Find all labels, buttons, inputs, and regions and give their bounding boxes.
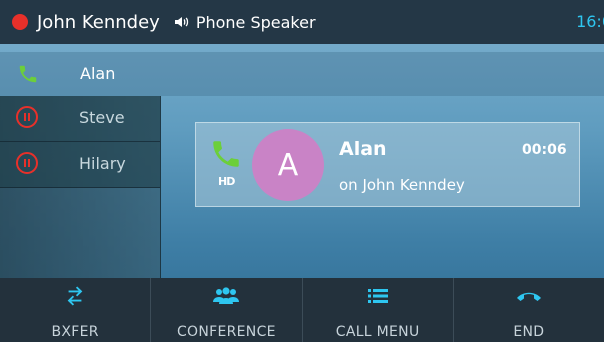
avatar: A	[252, 129, 324, 201]
call-duration: 00:06	[522, 142, 567, 158]
phone-icon	[17, 63, 39, 89]
softkey-label: CALL MENU	[335, 324, 420, 340]
held-call-item[interactable]: Hilary	[0, 142, 160, 188]
softkey-bar: BXFER CONFERENCE CALL MENU END	[0, 278, 604, 342]
transfer-icon	[61, 285, 89, 307]
audio-mode-label: Phone Speaker	[195, 12, 316, 32]
held-call-name: Hilary	[79, 154, 126, 173]
hold-icon	[16, 106, 38, 128]
account-name: John Kenndey	[37, 11, 160, 33]
end-call-button[interactable]: END	[454, 278, 604, 342]
softkey-label: END	[513, 324, 545, 340]
menu-list-icon	[364, 285, 392, 307]
phone-screen: John Kenndey Phone Speaker 16:0 Alan Ste…	[0, 0, 604, 342]
conference-icon	[212, 285, 240, 307]
softkey-label: BXFER	[51, 324, 99, 340]
held-call-item[interactable]: Steve	[0, 96, 160, 142]
line-item-label: Alan	[80, 64, 116, 83]
clock: 16:0	[576, 12, 604, 31]
line-item-active[interactable]: Alan	[0, 52, 604, 96]
caller-line: on John Kenndey	[339, 176, 465, 194]
hold-icon	[16, 152, 38, 174]
conference-button[interactable]: CONFERENCE	[151, 278, 303, 342]
call-menu-button[interactable]: CALL MENU	[303, 278, 454, 342]
hang-up-icon	[515, 285, 543, 307]
active-call-card[interactable]: HD A Alan on John Kenndey 00:06	[195, 122, 580, 207]
held-call-name: Steve	[79, 108, 125, 127]
status-bar: John Kenndey Phone Speaker 16:0	[0, 0, 604, 44]
speaker-icon	[174, 15, 190, 29]
softkey-label: CONFERENCE	[176, 324, 276, 340]
caller-name: Alan	[339, 138, 387, 160]
bxfer-button[interactable]: BXFER	[0, 278, 152, 342]
call-active-icon	[209, 137, 243, 175]
account-status-dot	[12, 14, 28, 30]
hd-audio-icon: HD	[218, 175, 235, 188]
held-calls-panel: Steve Hilary	[0, 96, 161, 278]
